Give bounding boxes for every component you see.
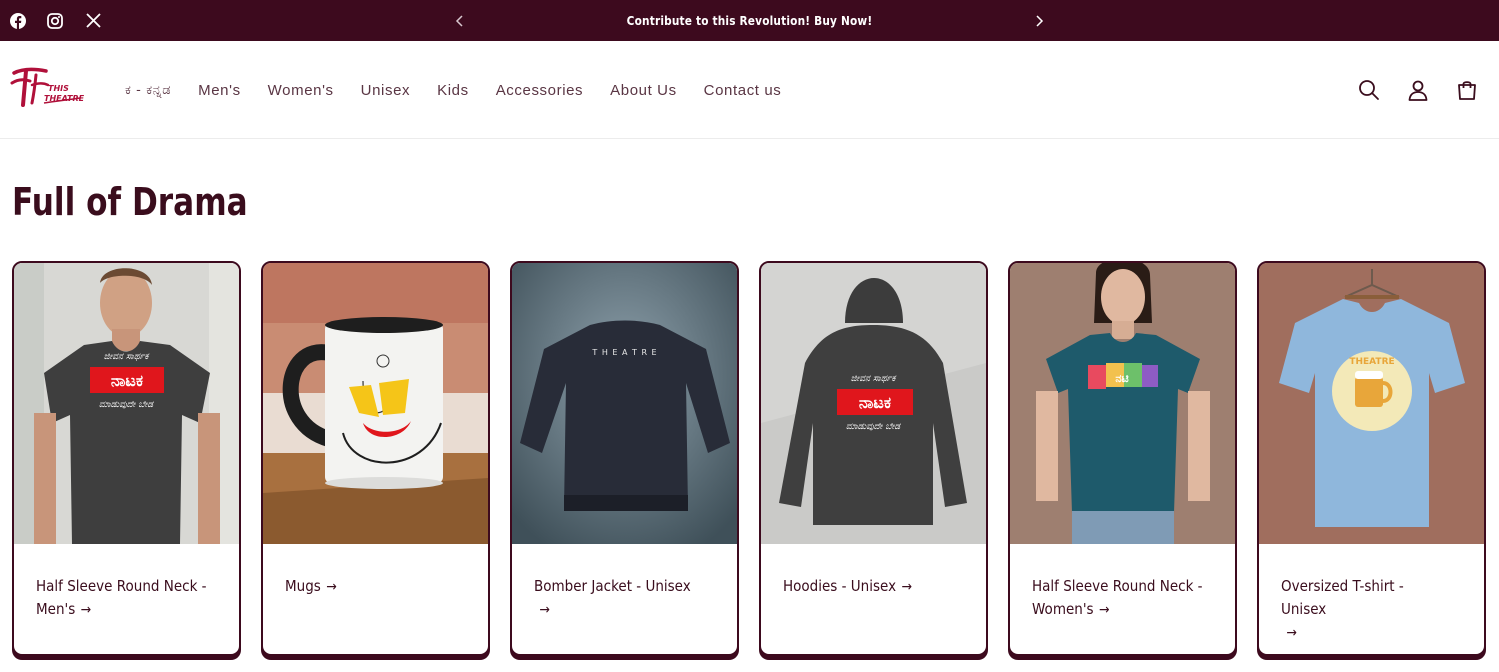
svg-text:ಜೀವನ ಸಾರ್ಥಕ: ಜೀವನ ಸಾರ್ಥಕ bbox=[104, 352, 150, 362]
product-card-womens-tee[interactable]: ನಟಿ Half Sleeve Round Neck - Women's → bbox=[1008, 261, 1237, 656]
print-text: T H E A T R E bbox=[591, 348, 657, 357]
site-header: THIS THEATRE ಕ - ಕನ್ನಡ Men's Women's Uni… bbox=[0, 41, 1499, 139]
announcement-bar: Contribute to this Revolution! Buy Now! bbox=[0, 0, 1499, 41]
product-title[interactable]: Half Sleeve Round Neck - Men's → bbox=[36, 575, 207, 622]
svg-text:ಜೀವನ ಸಾರ್ಥಕ: ಜೀವನ ಸಾರ್ಥಕ bbox=[851, 374, 897, 384]
svg-text:THIS: THIS bbox=[48, 84, 69, 93]
arrow-right-icon: → bbox=[901, 579, 913, 595]
facebook-icon bbox=[9, 12, 27, 30]
product-image: T H E A T R E bbox=[512, 263, 737, 544]
product-card-oversized-tee[interactable]: THEATRE Oversized T-shirt - Unisex → bbox=[1257, 261, 1486, 656]
arrow-right-icon: → bbox=[80, 602, 92, 618]
product-card-mugs[interactable]: Mugs → bbox=[261, 261, 490, 656]
product-image: ಜೀವನ ಸಾರ್ಥಕ ನಾಟಕ ಮಾಡುವುದೇ ಬೇಡ bbox=[761, 263, 986, 544]
product-card-mens-tee[interactable]: ಜೀವನ ಸಾರ್ಥಕ ನಾಟಕ ಮಾಡುವುದೇ ಬೇಡ Half Sleev… bbox=[12, 261, 241, 656]
nav-item-mens[interactable]: Men's bbox=[198, 82, 241, 99]
nav-item-unisex[interactable]: Unisex bbox=[361, 82, 410, 99]
chevron-right-icon bbox=[1036, 15, 1044, 27]
product-image: THEATRE bbox=[1259, 263, 1484, 544]
search-button[interactable] bbox=[1357, 78, 1381, 102]
print-text: THEATRE bbox=[1349, 357, 1394, 367]
product-title[interactable]: Bomber Jacket - Unisex → bbox=[534, 575, 705, 622]
svg-text:ನಟಿ: ನಟಿ bbox=[1115, 372, 1128, 385]
product-title[interactable]: Mugs → bbox=[285, 575, 456, 599]
nav-item-womens[interactable]: Women's bbox=[268, 82, 334, 99]
product-image: ಜೀವನ ಸಾರ್ಥಕ ನಾಟಕ ಮಾಡುವುದೇ ಬೇಡ bbox=[14, 263, 239, 544]
main-nav: ಕ - ಕನ್ನಡ Men's Women's Unisex Kids Acce… bbox=[125, 41, 808, 139]
product-card-bomber-jacket[interactable]: T H E A T R E Bomber Jacket - Unisex → bbox=[510, 261, 739, 656]
svg-text:ಮಾಡುವುದೇ ಬೇಡ: ಮಾಡುವುದೇ ಬೇಡ bbox=[99, 400, 154, 410]
arrow-right-icon: → bbox=[1286, 625, 1297, 641]
facebook-link[interactable] bbox=[9, 0, 27, 41]
print-text: ನಾಟಕ bbox=[111, 371, 143, 390]
product-title[interactable]: Hoodies - Unisex → bbox=[783, 575, 954, 599]
instagram-link[interactable] bbox=[46, 0, 64, 41]
nav-item-kannada[interactable]: ಕ - ಕನ್ನಡ bbox=[125, 83, 171, 98]
arrow-right-icon: → bbox=[539, 602, 550, 618]
product-title[interactable]: Oversized T-shirt - Unisex → bbox=[1281, 575, 1452, 645]
nav-item-contact-us[interactable]: Contact us bbox=[704, 82, 782, 99]
product-card-hoodies[interactable]: ಜೀವನ ಸಾರ್ಥಕ ನಾಟಕ ಮಾಡುವುದೇ ಬೇಡ Hoodies - … bbox=[759, 261, 988, 656]
nav-item-about-us[interactable]: About Us bbox=[610, 82, 677, 99]
search-icon bbox=[1359, 80, 1379, 100]
account-button[interactable] bbox=[1406, 78, 1430, 102]
logo-icon: THIS THEATRE bbox=[10, 67, 85, 107]
product-image: ನಟಿ bbox=[1010, 263, 1235, 544]
arrow-right-icon: → bbox=[1098, 602, 1110, 618]
nav-item-accessories[interactable]: Accessories bbox=[496, 82, 583, 99]
instagram-icon bbox=[46, 12, 64, 30]
announcement-next-button[interactable] bbox=[1029, 11, 1049, 31]
cart-button[interactable] bbox=[1455, 78, 1479, 102]
nav-item-kids[interactable]: Kids bbox=[437, 82, 469, 99]
section-title: Full of Drama bbox=[12, 180, 248, 224]
cart-icon bbox=[1458, 81, 1476, 100]
site-logo[interactable]: THIS THEATRE bbox=[10, 65, 85, 113]
announcement-message[interactable]: Contribute to this Revolution! Buy Now! bbox=[90, 0, 1409, 41]
svg-text:ಮಾಡುವುದೇ ಬೇಡ: ಮಾಡುವುದೇ ಬೇಡ bbox=[846, 422, 901, 432]
arrow-right-icon: → bbox=[326, 579, 337, 595]
product-title[interactable]: Half Sleeve Round Neck - Women's → bbox=[1032, 575, 1203, 622]
account-icon bbox=[1408, 80, 1428, 101]
product-image bbox=[263, 263, 488, 544]
print-text: ನಾಟಕ bbox=[859, 393, 891, 412]
